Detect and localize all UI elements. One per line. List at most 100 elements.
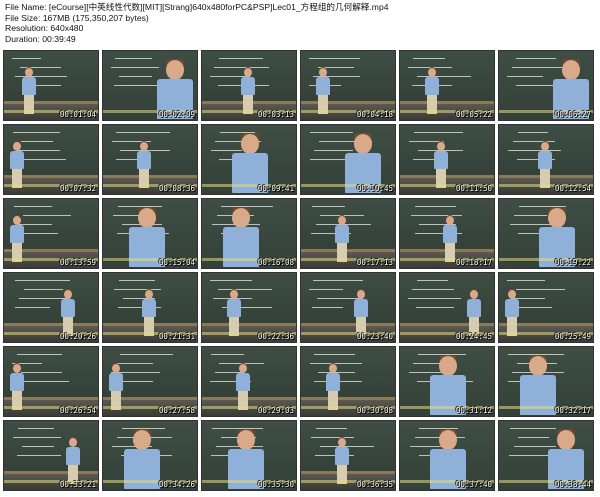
video-thumbnail[interactable]: 00:22:36 [201, 272, 297, 343]
timestamp-label: 00:25:49 [554, 332, 591, 341]
video-thumbnail[interactable]: 00:13:59 [3, 198, 99, 269]
timestamp-label: 00:30:08 [356, 406, 393, 415]
timestamp-label: 00:08:36 [158, 184, 195, 193]
video-thumbnail[interactable]: 00:20:26 [3, 272, 99, 343]
video-thumbnail[interactable]: 00:03:13 [201, 50, 297, 121]
video-thumbnail[interactable]: 00:37:40 [399, 420, 495, 491]
timestamp-label: 00:36:35 [356, 480, 393, 489]
lecturer-figure [226, 289, 242, 336]
timestamp-label: 00:01:04 [59, 110, 96, 119]
timestamp-label: 00:03:13 [257, 110, 294, 119]
timestamp-label: 00:24:45 [455, 332, 492, 341]
video-thumbnail[interactable]: 00:17:13 [300, 198, 396, 269]
video-thumbnail[interactable]: 00:25:49 [498, 272, 594, 343]
timestamp-label: 00:20:26 [59, 332, 96, 341]
lecturer-figure [334, 215, 350, 262]
lecturer-figure [9, 215, 25, 262]
thumbnail-grid: 00:01:04 00:02:09 00:03:13 00:04:18 00:05:22… [3, 50, 594, 491]
video-thumbnail[interactable]: 00:35:30 [201, 420, 297, 491]
timestamp-label: 00:07:32 [59, 184, 96, 193]
timestamp-label: 00:19:22 [554, 258, 591, 267]
video-thumbnail[interactable]: 00:16:08 [201, 198, 297, 269]
timestamp-label: 00:12:54 [554, 184, 591, 193]
lecturer-figure [353, 289, 369, 336]
video-thumbnail[interactable]: 00:26:54 [3, 346, 99, 417]
resolution-text: Resolution: 640x480 [5, 23, 84, 34]
lecturer-figure [424, 67, 440, 114]
lecturer-figure [325, 363, 341, 410]
lecturer-figure [9, 363, 25, 410]
timestamp-label: 00:10:45 [356, 184, 393, 193]
video-thumbnail[interactable]: 00:18:17 [399, 198, 495, 269]
lecturer-figure [60, 289, 76, 336]
video-thumbnail[interactable]: 00:15:04 [102, 198, 198, 269]
timestamp-label: 00:29:03 [257, 406, 294, 415]
video-thumbnail[interactable]: 00:12:54 [498, 124, 594, 195]
lecturer-figure [65, 437, 81, 484]
file-name-text: File Name: [eCourse][中英线性代数][MIT][Strang… [5, 2, 389, 12]
chalk-writing [209, 279, 276, 315]
lecturer-figure [9, 141, 25, 188]
timestamp-label: 00:13:59 [59, 258, 96, 267]
lecturer-figure [504, 289, 520, 336]
lecturer-figure [537, 141, 553, 188]
video-thumbnail[interactable]: 00:27:58 [102, 346, 198, 417]
timestamp-label: 00:16:08 [257, 258, 294, 267]
lecturer-figure [334, 437, 350, 484]
timestamp-label: 00:21:31 [158, 332, 195, 341]
video-thumbnail[interactable]: 00:06:27 [498, 50, 594, 121]
lecturer-figure [433, 141, 449, 188]
lecturer-figure [466, 289, 482, 336]
file-info-header: File Name: [eCourse][中英线性代数][MIT][Strang… [5, 2, 389, 44]
video-thumbnail[interactable]: 00:30:08 [300, 346, 396, 417]
timestamp-label: 00:15:04 [158, 258, 195, 267]
video-thumbnail[interactable]: 00:08:36 [102, 124, 198, 195]
lecturer-figure [235, 363, 251, 410]
timestamp-label: 00:37:40 [455, 480, 492, 489]
video-thumbnail[interactable]: 00:21:31 [102, 272, 198, 343]
video-thumbnail[interactable]: 00:32:17 [498, 346, 594, 417]
lecturer-figure [108, 363, 124, 410]
video-thumbnail[interactable]: 00:29:03 [201, 346, 297, 417]
lecturer-figure [136, 141, 152, 188]
timestamp-label: 00:34:26 [158, 480, 195, 489]
duration-text: Duration: 00:39:49 [5, 33, 76, 44]
timestamp-label: 00:06:27 [554, 110, 591, 119]
timestamp-label: 00:04:18 [356, 110, 393, 119]
timestamp-label: 00:18:17 [455, 258, 492, 267]
video-thumbnail[interactable]: 00:33:21 [3, 420, 99, 491]
file-size-text: File Size: 167MB (175,350,207 bytes) [5, 12, 149, 23]
video-thumbnail[interactable]: 00:10:45 [300, 124, 396, 195]
timestamp-label: 00:22:36 [257, 332, 294, 341]
timestamp-label: 00:02:09 [158, 110, 195, 119]
chalk-writing [407, 279, 474, 315]
chalk-writing [408, 205, 474, 241]
video-thumbnail[interactable]: 00:04:18 [300, 50, 396, 121]
video-thumbnail[interactable]: 00:34:26 [102, 420, 198, 491]
timestamp-label: 00:11:50 [455, 184, 492, 193]
lecturer-figure [21, 67, 37, 114]
video-thumbnail[interactable]: 00:24:45 [399, 272, 495, 343]
timestamp-label: 00:26:54 [59, 406, 96, 415]
timestamp-label: 00:27:58 [158, 406, 195, 415]
timestamp-label: 00:33:21 [59, 480, 96, 489]
video-thumbnail[interactable]: 00:07:32 [3, 124, 99, 195]
video-thumbnail[interactable]: 00:02:09 [102, 50, 198, 121]
video-thumbnail[interactable]: 00:11:50 [399, 124, 495, 195]
video-thumbnail[interactable]: 00:38:44 [498, 420, 594, 491]
video-thumbnail[interactable]: 00:31:12 [399, 346, 495, 417]
timestamp-label: 00:17:13 [356, 258, 393, 267]
video-thumbnail[interactable]: 00:09:41 [201, 124, 297, 195]
timestamp-label: 00:05:22 [455, 110, 492, 119]
lecturer-figure [315, 67, 331, 114]
video-thumbnail[interactable]: 00:01:04 [3, 50, 99, 121]
timestamp-label: 00:23:40 [356, 332, 393, 341]
timestamp-label: 00:32:17 [554, 406, 591, 415]
timestamp-label: 00:09:41 [257, 184, 294, 193]
video-thumbnail[interactable]: 00:19:22 [498, 198, 594, 269]
video-thumbnail[interactable]: 00:36:35 [300, 420, 396, 491]
chalk-writing [408, 57, 474, 93]
timestamp-label: 00:31:12 [455, 406, 492, 415]
video-thumbnail[interactable]: 00:23:40 [300, 272, 396, 343]
video-thumbnail[interactable]: 00:05:22 [399, 50, 495, 121]
